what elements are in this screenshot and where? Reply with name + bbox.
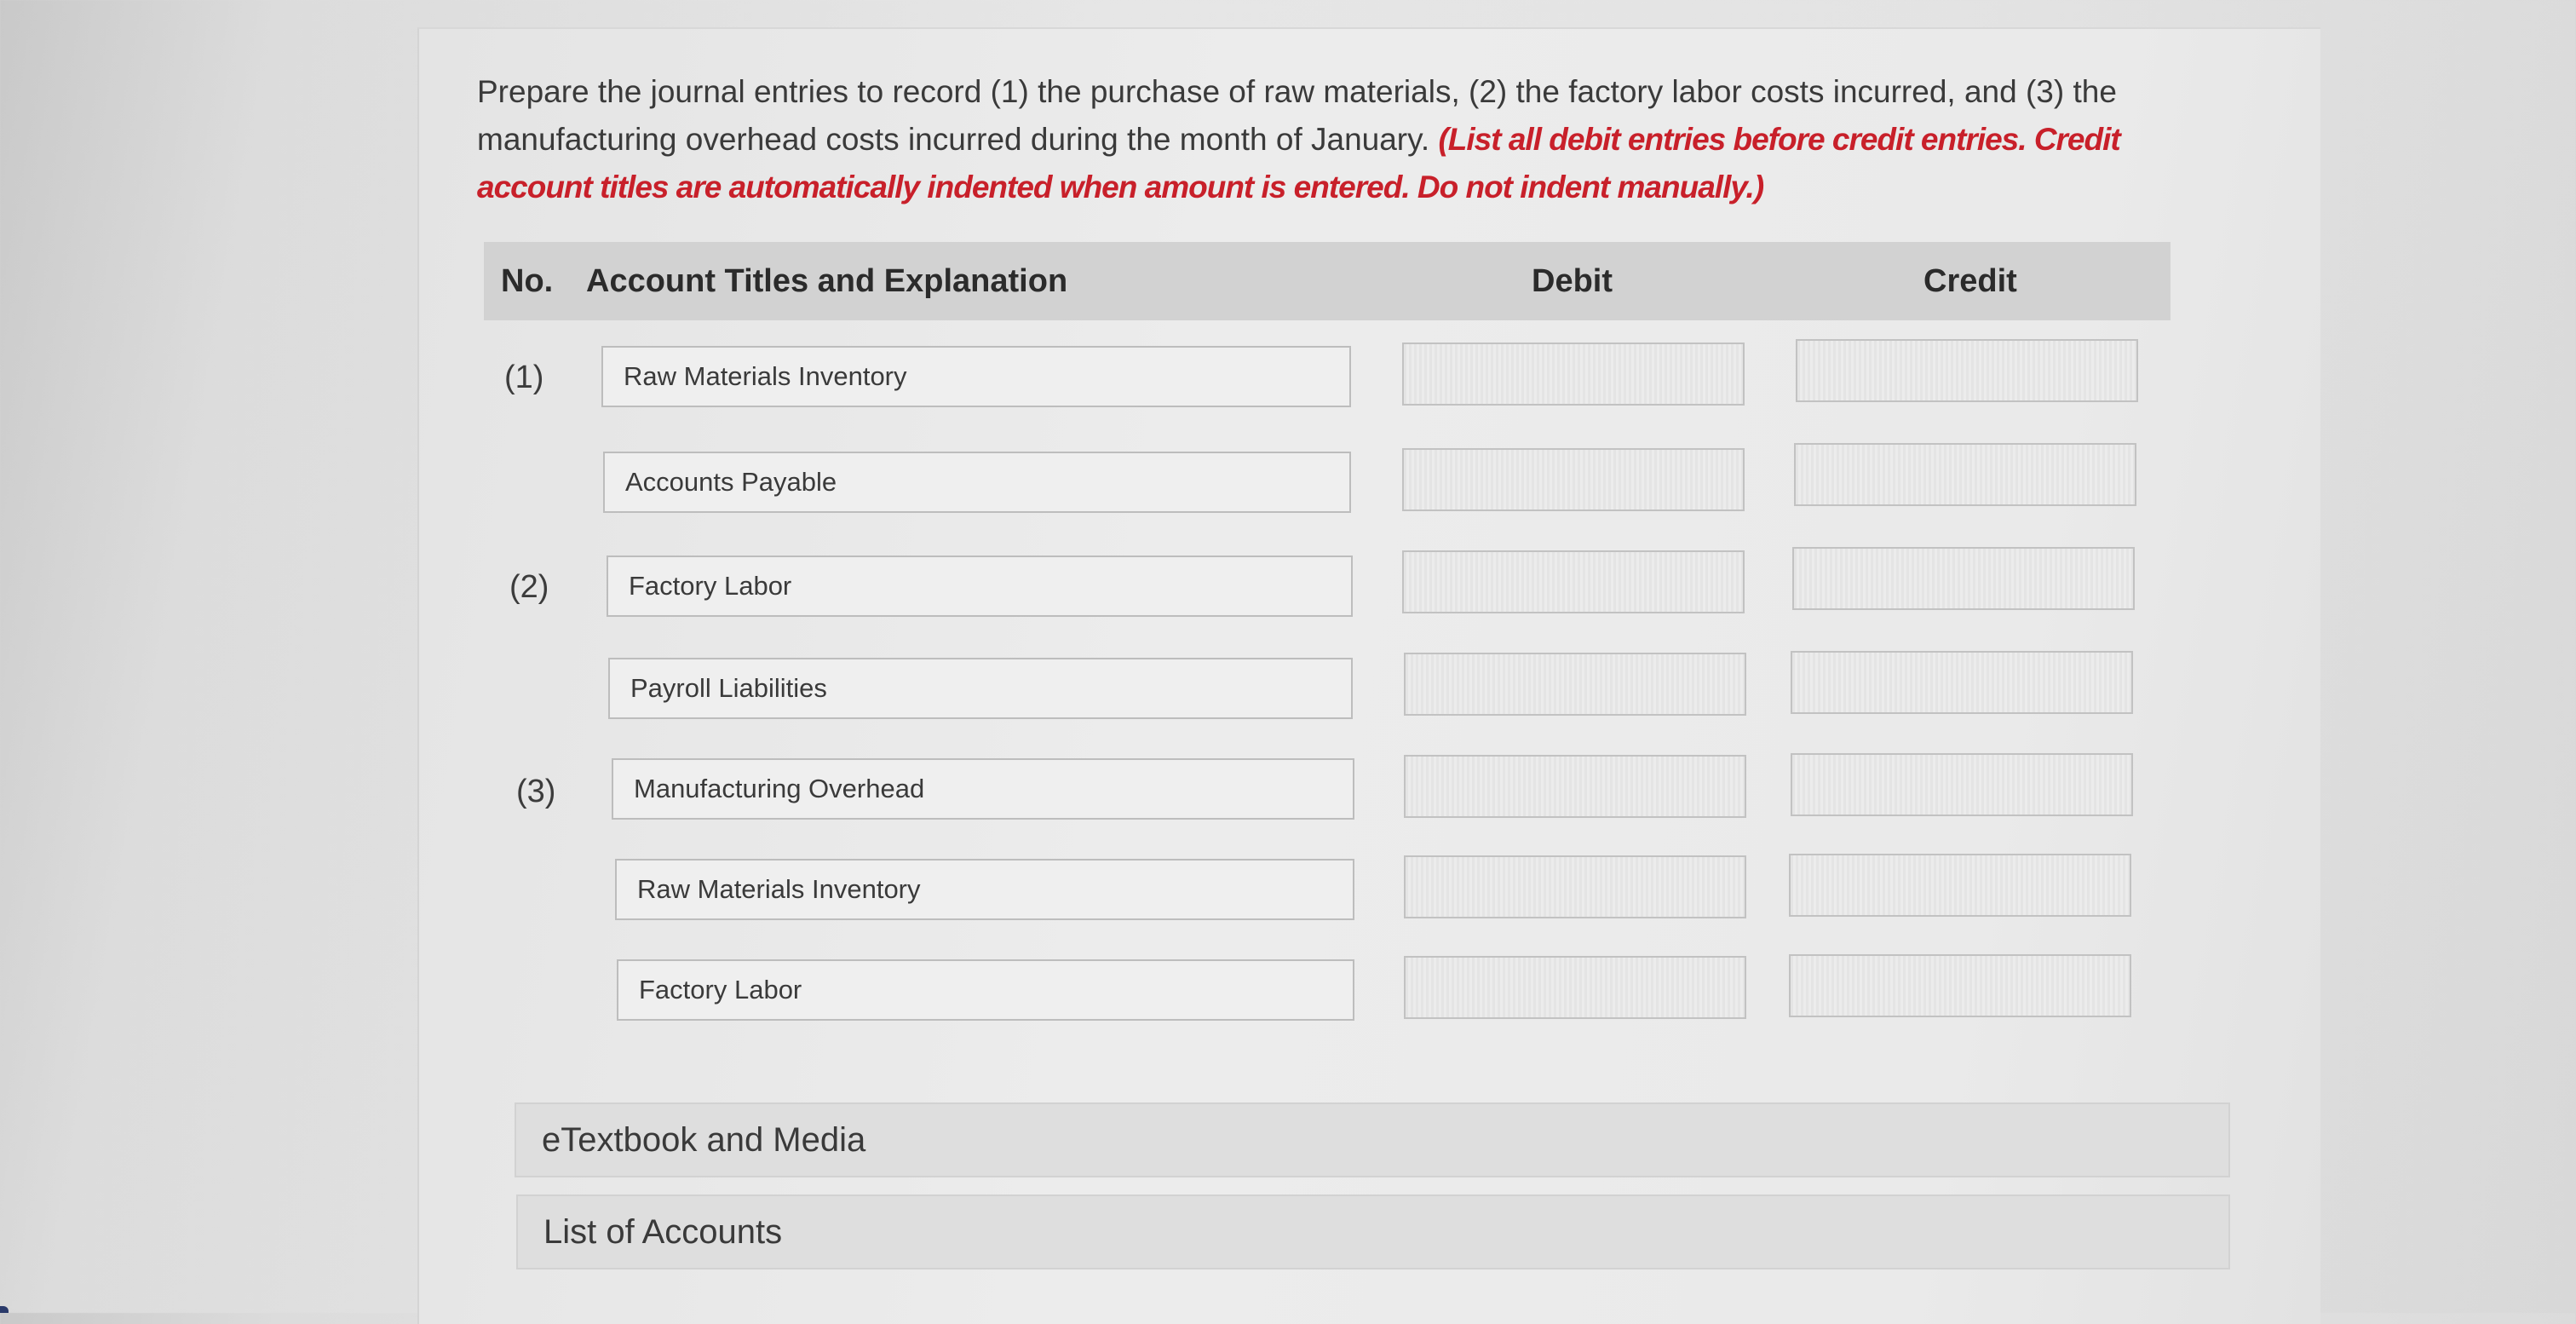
account-title-input[interactable]: Accounts Payable [603,452,1351,513]
etextbook-media-link[interactable]: eTextbook and Media [515,1102,2230,1177]
debit-amount-input[interactable] [1404,653,1746,716]
account-title-input[interactable]: Raw Materials Inventory [601,346,1351,407]
account-title-input[interactable]: Factory Labor [617,959,1354,1021]
entry-number-2: (2) [509,569,549,605]
credit-amount-input[interactable] [1796,339,2138,402]
entry-number-3: (3) [516,774,556,809]
account-title-input[interactable]: Payroll Liabilities [608,658,1353,719]
header-no: No. [501,262,554,299]
credit-amount-input[interactable] [1794,443,2136,506]
journal-table-header: No. Account Titles and Explanation Debit… [484,242,2171,320]
entry-number-1: (1) [504,360,544,395]
debit-amount-input[interactable] [1404,855,1746,918]
credit-amount-input[interactable] [1789,954,2131,1017]
credit-amount-input[interactable] [1791,753,2133,816]
debit-amount-input[interactable] [1402,448,1745,511]
header-account-titles: Account Titles and Explanation [586,262,1068,299]
account-title-input[interactable]: Raw Materials Inventory [615,859,1354,920]
credit-amount-input[interactable] [1789,854,2131,917]
corner-indicator [0,1306,9,1313]
header-credit: Credit [1923,262,2017,299]
header-debit: Debit [1532,262,1613,299]
credit-amount-input[interactable] [1792,547,2135,610]
question-instructions: Prepare the journal entries to record (1… [477,68,2232,211]
account-title-input[interactable]: Manufacturing Overhead [612,758,1354,820]
debit-amount-input[interactable] [1404,956,1746,1019]
account-title-input[interactable]: Factory Labor [607,556,1353,617]
credit-amount-input[interactable] [1791,651,2133,714]
debit-amount-input[interactable] [1402,343,1745,406]
debit-amount-input[interactable] [1404,755,1746,818]
list-of-accounts-link[interactable]: List of Accounts [516,1194,2230,1269]
debit-amount-input[interactable] [1402,550,1745,613]
